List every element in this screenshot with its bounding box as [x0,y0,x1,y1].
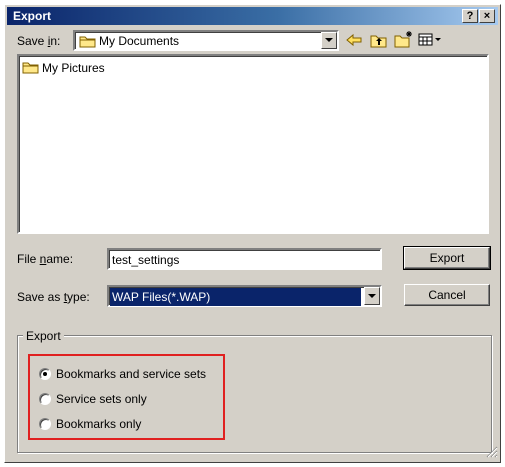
save-in-value: My Documents [99,34,180,48]
list-item-label: My Pictures [42,61,105,75]
back-arrow-icon[interactable] [346,33,362,47]
radio-label: Bookmarks and service sets [56,367,207,381]
save-in-dropdown-button[interactable] [321,32,337,49]
radio-button-checked[interactable] [39,368,51,380]
save-as-type-value: WAP Files(*.WAP) [110,288,361,306]
chevron-down-icon [368,293,376,298]
folder-icon [22,62,39,74]
radio-button[interactable] [39,393,51,405]
new-folder-icon[interactable] [394,30,414,48]
up-folder-icon[interactable] [370,32,388,48]
view-menu-icon[interactable] [418,33,442,47]
save-in-label: Save in: [17,34,61,48]
resize-grip-icon[interactable] [486,446,498,458]
radio-button[interactable] [39,418,51,430]
title-bar[interactable]: Export ? × [7,7,498,25]
save-as-type-combo[interactable]: WAP Files(*.WAP) [107,285,382,307]
save-in-combo[interactable]: My Documents [73,30,339,51]
close-button[interactable]: × [479,9,495,23]
export-group-title: Export [23,329,64,343]
file-name-value: test_settings [112,253,180,267]
save-as-type-dropdown-button[interactable] [364,287,380,305]
file-list[interactable]: My Pictures [17,54,489,234]
chevron-down-icon [325,38,333,42]
save-as-type-label: Save as type: [17,290,90,304]
cancel-button[interactable]: Cancel [404,284,490,306]
file-name-input[interactable]: test_settings [107,248,382,270]
folder-icon [79,36,96,48]
export-button[interactable]: Export [403,246,491,270]
window-title: Export [13,9,52,23]
radio-label: Service sets only [56,392,147,406]
help-button[interactable]: ? [462,9,478,23]
export-dialog: Export ? × Save in: My Documents My Pict… [4,4,501,463]
file-name-label: File name: [17,252,74,266]
radio-label: Bookmarks only [56,417,142,431]
